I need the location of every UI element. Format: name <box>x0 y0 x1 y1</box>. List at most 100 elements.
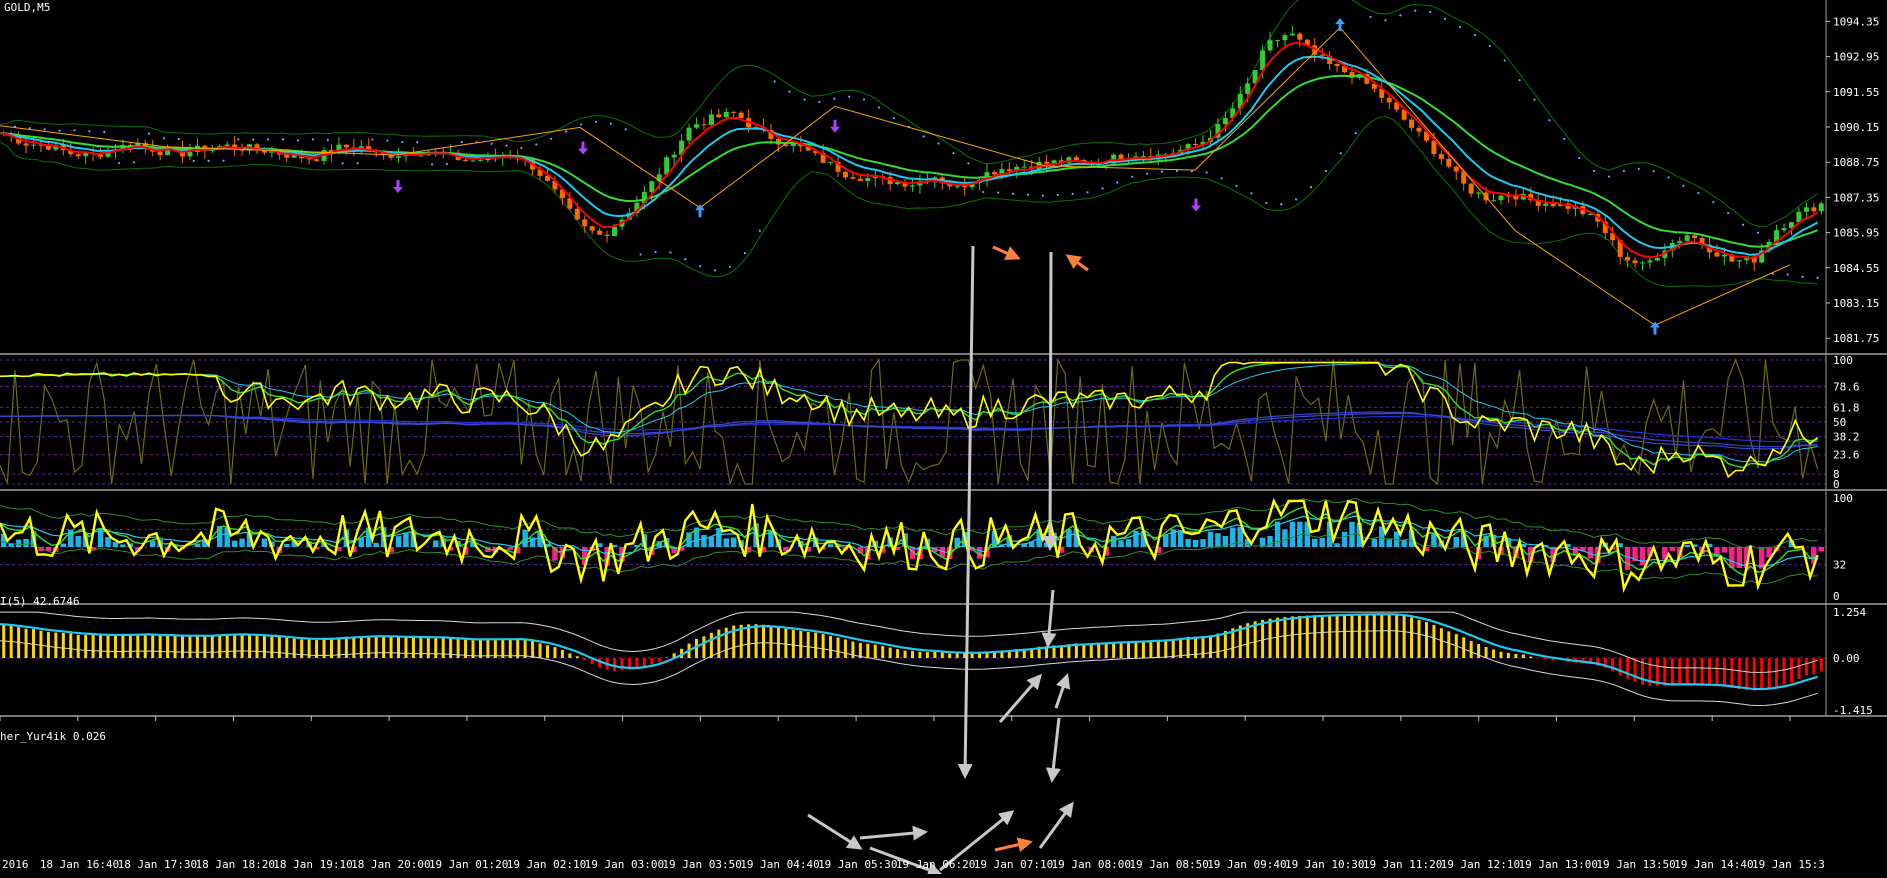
fisher-histogram-bar <box>32 629 35 658</box>
rsi-histogram-bar <box>508 547 513 550</box>
fisher-histogram-bar <box>1082 644 1085 658</box>
stochastic-panel[interactable] <box>0 360 1825 484</box>
fisher-histogram-bar <box>1306 616 1309 659</box>
candle-body <box>1044 162 1049 164</box>
rsi-histogram-bar <box>1387 539 1392 547</box>
psar-dot <box>312 138 314 140</box>
fisher-histogram-bar <box>1127 641 1130 658</box>
fisher-histogram-bar <box>300 639 303 658</box>
fisher-histogram-bar <box>255 635 258 658</box>
candle-body <box>1245 83 1250 94</box>
psar-dot <box>1072 193 1074 195</box>
fisher-histogram-bar <box>576 656 579 658</box>
fisher-histogram-bar <box>568 653 571 658</box>
candle-body <box>1282 35 1287 40</box>
candle-body <box>1655 258 1660 261</box>
candle-body <box>865 178 870 181</box>
fisher-histogram-bar <box>1336 615 1339 658</box>
fisher-histogram-bar <box>911 651 914 658</box>
fisher-histogram-bar <box>1805 658 1808 676</box>
fisher-histogram-bar <box>1105 643 1108 658</box>
rsi-panel[interactable] <box>0 498 1825 588</box>
fisher-histogram-bar <box>792 630 795 658</box>
psar-dot <box>252 138 254 140</box>
fisher-histogram-bar <box>1544 658 1547 659</box>
candle-body <box>1275 40 1280 41</box>
rsi-axis-label: 100 <box>1833 492 1853 505</box>
candle-body <box>1685 235 1690 241</box>
fisher-histogram-bar <box>1373 614 1376 658</box>
psar-dot <box>1042 195 1044 197</box>
rsi-panel-title: I(5) 42.6746 <box>0 595 79 608</box>
fisher-histogram-bar <box>1276 618 1279 658</box>
fisher-panel[interactable] <box>0 612 1825 705</box>
candle-body <box>1714 252 1719 256</box>
price-panel[interactable] <box>0 0 1824 335</box>
psar-dot <box>386 139 388 141</box>
fisher-histogram-bar <box>226 634 229 658</box>
stoch-cyan-line <box>0 363 1818 462</box>
ma-blue <box>0 57 1818 255</box>
rsi-band-upper <box>0 498 1818 548</box>
candle-body <box>1223 118 1228 124</box>
candle-body <box>605 235 610 236</box>
candle-body <box>664 157 669 174</box>
fisher-histogram-bar <box>710 633 713 658</box>
time-axis-label: 19 Jan 07:10 <box>974 858 1053 871</box>
psar-dot <box>1116 181 1118 183</box>
psar-dot <box>1533 99 1535 101</box>
time-axis-label: 19 Jan 08:00 <box>1052 858 1131 871</box>
psar-dot <box>1101 187 1103 189</box>
rsi-histogram-bar <box>1126 539 1131 547</box>
candle-body <box>575 209 580 220</box>
fisher-histogram-bar <box>1701 658 1704 684</box>
chart-canvas[interactable]: 1094.351092.951091.551090.151088.751087.… <box>0 0 1887 874</box>
psar-dot <box>416 141 418 143</box>
fisher-histogram-bar <box>918 652 921 658</box>
rsi-histogram-bar <box>373 543 378 547</box>
fisher-histogram-bar <box>1388 614 1391 658</box>
candle-body <box>1417 128 1422 132</box>
psar-dot <box>1280 203 1282 205</box>
fisher-histogram-bar <box>241 634 244 658</box>
rsi-histogram-bar <box>1372 539 1377 547</box>
candle-body <box>672 155 677 158</box>
candle-body <box>471 161 476 162</box>
psar-dot <box>1012 193 1014 195</box>
arrow-bottom-4 <box>808 815 860 848</box>
fisher-histogram-bar <box>382 636 385 658</box>
fisher-histogram-bar <box>1410 618 1413 658</box>
rsi-histogram-bar <box>23 539 28 547</box>
fisher-histogram-bar <box>278 637 281 658</box>
rsi-histogram-bar <box>1193 540 1198 547</box>
psar-dot <box>1697 192 1699 194</box>
chart-window[interactable]: 1094.351092.951091.551090.151088.751087.… <box>0 0 1887 874</box>
fisher-histogram-bar <box>717 630 720 658</box>
arrow-up-right-1 <box>1056 676 1067 708</box>
candle-body <box>709 114 714 124</box>
time-axis-label: 18 Jan 16:40 <box>40 858 119 871</box>
fisher-histogram-bar <box>658 658 661 662</box>
fisher-histogram-bar <box>1425 622 1428 658</box>
fisher-histogram-bar <box>367 636 370 658</box>
psar-dot <box>1355 132 1357 134</box>
price-axis-label: 1081.75 <box>1833 332 1879 345</box>
rsi-histogram-bar <box>724 538 729 547</box>
rsi-histogram-bar <box>1133 531 1138 547</box>
fisher-histogram-bar <box>1149 641 1152 658</box>
fisher-histogram-bar <box>807 632 810 658</box>
bollinger-upper <box>0 0 1818 227</box>
psar-dot <box>1414 10 1416 12</box>
psar-dot <box>1235 185 1237 187</box>
candle-body <box>284 155 289 158</box>
candle-body <box>1804 207 1809 211</box>
psar-dot <box>1370 16 1372 18</box>
rsi-histogram-bar <box>1625 547 1630 570</box>
candle-body <box>687 128 692 141</box>
fisher-histogram-bar <box>1224 631 1227 658</box>
rsi-histogram-bar <box>1640 547 1645 565</box>
rsi-histogram-bar <box>232 541 237 547</box>
fractal-up-icon <box>1335 18 1345 31</box>
psar-dot <box>893 117 895 119</box>
fisher-histogram-bar <box>1395 614 1398 658</box>
